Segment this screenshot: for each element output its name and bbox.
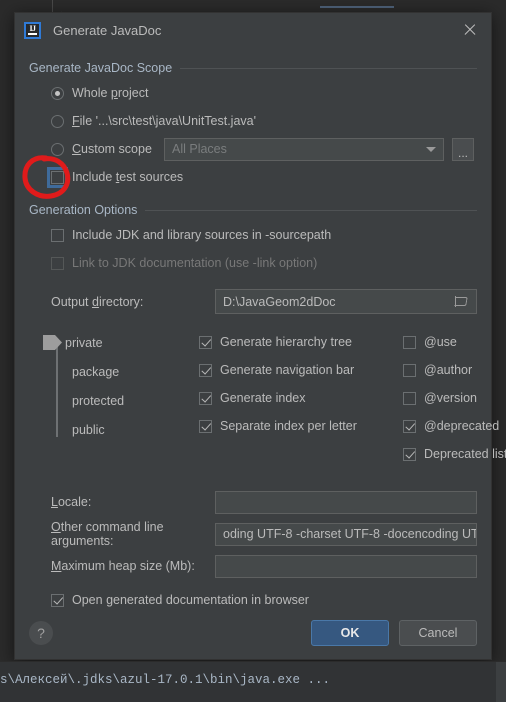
checkbox-deprecated-list[interactable] (403, 447, 416, 461)
checkbox-include-jdk-sources-label: Include JDK and library sources in -sour… (72, 228, 332, 242)
output-directory-field[interactable]: D:\JavaGeom2dDoc (215, 289, 477, 314)
editor-code-ghost-1 (320, 6, 394, 8)
generation-checkbox-column-right: @use @author @version @deprecated Deprec… (403, 328, 506, 468)
ok-button[interactable]: OK (311, 620, 389, 646)
generation-checkbox-column-middle: Generate hierarchy tree Generate navigat… (199, 328, 357, 440)
custom-scope-combobox[interactable]: All Places (164, 137, 444, 161)
checkbox-link-jdk-doc-label: Link to JDK documentation (use -link opt… (72, 256, 318, 270)
dialog-body: Generate JavaDoc Scope Whole project Fil… (15, 61, 506, 614)
radio-file[interactable] (51, 114, 64, 128)
checkbox-at-author-label: @author (424, 363, 473, 377)
checkbox-at-deprecated[interactable] (403, 419, 416, 433)
generation-group-divider (145, 209, 477, 211)
console-command-text: s\Алексей\.jdks\azul-17.0.1\bin\java.exe… (0, 673, 331, 687)
checkbox-at-version[interactable] (403, 391, 416, 405)
checkbox-at-deprecated-label: @deprecated (424, 419, 500, 433)
cancel-button[interactable]: Cancel (399, 620, 477, 646)
checkbox-row-generate-index[interactable]: Generate index (199, 384, 357, 412)
locale-input[interactable] (215, 490, 477, 514)
visibility-level-public[interactable]: public (72, 421, 105, 439)
radio-custom-scope[interactable] (51, 142, 64, 156)
generation-group-header: Generation Options (29, 203, 477, 217)
checkbox-row-at-author[interactable]: @author (403, 356, 506, 384)
checkbox-deprecated-list-label: Deprecated list (424, 447, 506, 461)
checkbox-link-jdk-doc (51, 256, 64, 270)
dialog-titlebar: IJ Generate JavaDoc (15, 13, 491, 47)
scope-group-label: Generate JavaDoc Scope (29, 61, 173, 75)
checkbox-row-deprecated-list[interactable]: Deprecated list (403, 440, 506, 468)
visibility-level-package[interactable]: package (72, 363, 119, 381)
radio-file-label: File '...\src\test\java\UnitTest.java' (72, 114, 257, 128)
visibility-level-private[interactable]: private (65, 334, 103, 352)
checkbox-at-use-label: @use (424, 335, 457, 349)
checkbox-at-version-label: @version (424, 391, 477, 405)
locale-row: Locale: (29, 486, 477, 518)
editor-gutter-line (52, 0, 53, 12)
other-args-value: oding UTF-8 -charset UTF-8 -docencoding … (223, 527, 477, 541)
checkbox-at-use[interactable] (403, 335, 416, 349)
scope-group-header: Generate JavaDoc Scope (29, 61, 477, 75)
checkbox-open-in-browser[interactable] (51, 593, 64, 607)
checkbox-row-generate-hierarchy-tree[interactable]: Generate hierarchy tree (199, 328, 357, 356)
output-directory-value: D:\JavaGeom2dDoc (223, 294, 336, 309)
radio-custom-scope-label: Custom scope (72, 142, 152, 156)
checkbox-generate-navigation-bar[interactable] (199, 363, 212, 377)
other-args-label: Other command line arguments: (51, 520, 164, 548)
locale-label: Locale: (51, 495, 92, 509)
radio-row-whole-project[interactable]: Whole project (29, 79, 477, 107)
checkbox-row-include-jdk-sources[interactable]: Include JDK and library sources in -sour… (29, 221, 477, 249)
checkbox-row-at-deprecated[interactable]: @deprecated (403, 412, 506, 440)
checkbox-generate-index-label: Generate index (220, 391, 306, 405)
radio-whole-project[interactable] (51, 86, 64, 100)
dialog-title: Generate JavaDoc (53, 22, 162, 38)
checkbox-generate-index[interactable] (199, 391, 212, 405)
other-args-row: Other command line arguments: oding UTF-… (29, 518, 477, 550)
checkbox-generate-navigation-bar-label: Generate navigation bar (220, 363, 355, 377)
checkbox-separate-index-per-letter[interactable] (199, 419, 212, 433)
radio-row-file[interactable]: File '...\src\test\java\UnitTest.java' (29, 107, 477, 135)
checkbox-row-separate-index-per-letter[interactable]: Separate index per letter (199, 412, 357, 440)
output-directory-label: Output directory: (51, 294, 144, 309)
checkbox-row-link-jdk-doc: Link to JDK documentation (use -link opt… (29, 249, 477, 277)
checkbox-open-in-browser-label: Open generated documentation in browser (72, 593, 309, 607)
checkbox-generate-hierarchy-tree[interactable] (199, 335, 212, 349)
generate-javadoc-dialog: IJ Generate JavaDoc Generate JavaDoc Sco… (14, 12, 506, 660)
max-heap-label: Maximum heap size (Mb): (51, 559, 195, 573)
other-args-input[interactable]: oding UTF-8 -charset UTF-8 -docencoding … (215, 522, 477, 546)
help-icon[interactable]: ? (29, 621, 53, 645)
output-directory-row: Output directory: D:\JavaGeom2dDoc (29, 289, 477, 314)
scope-group-divider (180, 67, 477, 69)
visibility-slider-track[interactable] (56, 343, 58, 437)
max-heap-input[interactable] (215, 554, 477, 578)
visibility-and-options-block: private package protected public Generat… (29, 332, 506, 461)
folder-icon[interactable] (455, 296, 469, 307)
checkbox-row-at-version[interactable]: @version (403, 384, 506, 412)
console-scrollbar[interactable] (496, 662, 506, 702)
console-status-strip: s\Алексей\.jdks\azul-17.0.1\bin\java.exe… (0, 661, 506, 702)
generation-group-label: Generation Options (29, 203, 138, 217)
browse-scope-button[interactable]: ... (452, 137, 474, 161)
slider-flag-marker-icon[interactable] (43, 335, 63, 350)
checkbox-row-include-test-sources[interactable]: Include test sources (29, 163, 477, 191)
close-icon[interactable] (459, 19, 481, 41)
chevron-down-icon (426, 147, 436, 152)
radio-whole-project-label: Whole project (72, 86, 149, 100)
intellij-idea-icon: IJ (24, 21, 41, 39)
checkbox-include-test-sources[interactable] (47, 166, 68, 188)
checkbox-row-at-use[interactable]: @use (403, 328, 506, 356)
checkbox-generate-hierarchy-tree-label: Generate hierarchy tree (220, 335, 353, 349)
max-heap-row: Maximum heap size (Mb): (29, 550, 477, 582)
checkbox-row-generate-navigation-bar[interactable]: Generate navigation bar (199, 356, 357, 384)
dialog-footer: ? OK Cancel (15, 607, 491, 659)
checkbox-include-test-sources-label: Include test sources (72, 170, 184, 184)
checkbox-at-author[interactable] (403, 363, 416, 377)
checkbox-include-jdk-sources[interactable] (51, 228, 64, 242)
checkbox-separate-index-per-letter-label: Separate index per letter (220, 419, 357, 433)
visibility-level-protected[interactable]: protected (72, 392, 124, 410)
custom-scope-value: All Places (164, 137, 444, 161)
radio-row-custom-scope[interactable]: Custom scope All Places ... (29, 135, 477, 163)
